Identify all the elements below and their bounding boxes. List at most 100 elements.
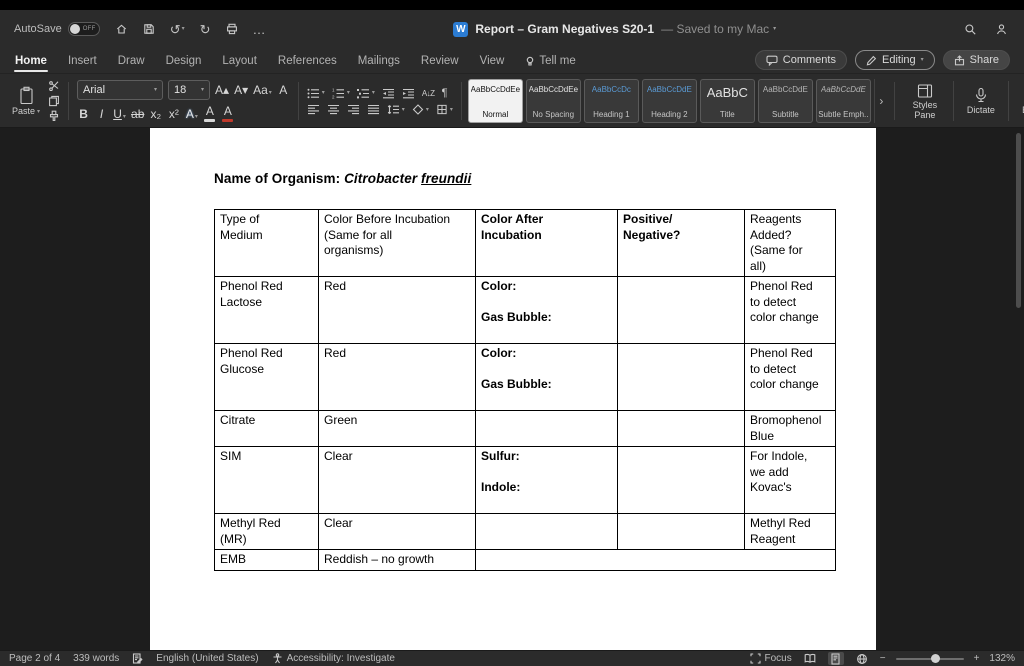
table-cell[interactable]: Phenol Red Glucose (214, 343, 319, 411)
align-left-icon[interactable] (307, 104, 320, 115)
style-heading-2[interactable]: AaBbCcDdE Heading 2 (641, 79, 697, 123)
table-cell[interactable] (617, 276, 745, 344)
more-commands-icon[interactable]: … (253, 23, 266, 36)
style-no-spacing[interactable]: AaBbCcDdEe No Spacing (525, 79, 581, 123)
table-cell[interactable]: Green (318, 410, 476, 447)
borders-icon[interactable]: ▾ (436, 104, 453, 115)
table-cell[interactable] (475, 410, 618, 447)
copy-icon[interactable] (48, 95, 60, 107)
proofing-icon[interactable] (132, 653, 143, 664)
subscript-button[interactable]: x₂ (149, 108, 162, 120)
table-cell[interactable]: SIM (214, 446, 319, 514)
accessibility-status[interactable]: Accessibility: Investigate (272, 653, 395, 664)
share-button[interactable]: Share (942, 50, 1010, 70)
table-cell[interactable] (475, 549, 836, 571)
zoom-level[interactable]: 132% (989, 653, 1015, 664)
vertical-scrollbar[interactable] (1016, 133, 1021, 308)
organism-heading[interactable]: Name of Organism: Citrobacter freundii (214, 171, 812, 186)
table-cell[interactable]: Clear (318, 446, 476, 514)
print-icon[interactable] (226, 23, 238, 35)
document-page[interactable]: Name of Organism: Citrobacter freundii T… (150, 128, 876, 650)
styles-pane-button[interactable]: Styles Pane (903, 80, 947, 123)
shading-icon[interactable]: ▾ (412, 104, 429, 115)
style-subtitle[interactable]: AaBbCcDdE Subtitle (757, 79, 813, 123)
table-cell[interactable]: Citrate (214, 410, 319, 447)
styles-gallery-more-button[interactable]: › (873, 79, 888, 123)
bullets-icon[interactable]: ▾ (307, 88, 325, 99)
style-normal[interactable]: AaBbCcDdEe Normal (467, 79, 523, 123)
tab-references[interactable]: References (277, 52, 338, 73)
table-cell[interactable]: Reagents Added? (Same for all) (744, 209, 836, 277)
zoom-slider[interactable] (895, 654, 964, 663)
table-cell[interactable]: EMB (214, 549, 319, 571)
language-indicator[interactable]: English (United States) (156, 653, 258, 664)
zoom-slider-thumb[interactable] (930, 654, 940, 663)
table-cell[interactable]: Type of Medium (214, 209, 319, 277)
saved-status[interactable]: — Saved to my Mac ▾ (661, 22, 776, 36)
read-mode-icon[interactable] (802, 652, 818, 665)
table-cell[interactable]: Methyl Red Reagent (744, 513, 836, 550)
zoom-in-button[interactable]: + (974, 653, 980, 664)
strikethrough-button[interactable]: ab (131, 108, 144, 120)
tab-draw[interactable]: Draw (117, 52, 146, 73)
table-cell[interactable]: Color Before Incubation (Same for all orga… (318, 209, 476, 277)
table-cell[interactable]: Bromophenol Blue (744, 410, 836, 447)
superscript-button[interactable]: x² (167, 108, 180, 120)
table-cell[interactable]: Phenol Red Lactose (214, 276, 319, 344)
table-cell[interactable]: Phenol Red to detect color change (744, 343, 836, 411)
table-cell[interactable] (475, 513, 618, 550)
sort-icon[interactable]: A↓Z (422, 89, 435, 98)
align-center-icon[interactable] (327, 104, 340, 115)
align-right-icon[interactable] (347, 104, 360, 115)
increase-indent-icon[interactable] (402, 88, 415, 99)
organism-table[interactable]: Type of Medium Color Before Incubation (Sam… (214, 209, 836, 571)
table-cell[interactable] (617, 343, 745, 411)
comments-button[interactable]: Comments (754, 50, 847, 70)
table-cell[interactable] (617, 513, 745, 550)
table-cell[interactable] (617, 410, 745, 447)
table-cell[interactable]: Positive/Negative? (617, 209, 745, 277)
highlight-color-button[interactable]: A (203, 105, 216, 122)
style-subtle-emphasis[interactable]: AaBbCcDdE Subtle Emph.. (815, 79, 871, 123)
table-cell[interactable]: Red (318, 276, 476, 344)
format-painter-icon[interactable] (48, 110, 60, 122)
bold-button[interactable]: B (77, 108, 90, 120)
editing-mode-button[interactable]: Editing ▾ (854, 50, 935, 70)
editor-button[interactable]: Editor (1015, 85, 1024, 118)
paste-button[interactable]: Paste ▾ (9, 83, 43, 119)
table-cell[interactable]: Clear (318, 513, 476, 550)
table-cell[interactable]: Methyl Red (MR) (214, 513, 319, 550)
home-icon[interactable] (115, 23, 128, 35)
redo-icon[interactable]: ↻ (200, 23, 211, 36)
clear-formatting-button[interactable]: A (277, 84, 290, 96)
font-color-button[interactable]: A (221, 105, 234, 122)
tab-insert[interactable]: Insert (67, 52, 98, 73)
table-cell[interactable]: Color After Incubation (475, 209, 618, 277)
table-cell[interactable]: Reddish – no growth (318, 549, 476, 571)
tab-design[interactable]: Design (165, 52, 203, 73)
underline-button[interactable]: U ▾ (113, 108, 126, 120)
focus-button[interactable]: Focus (749, 653, 792, 664)
tab-review[interactable]: Review (420, 52, 460, 73)
font-size-combobox[interactable]: 18 ▾ (168, 80, 211, 100)
tab-home[interactable]: Home (14, 52, 48, 73)
word-count[interactable]: 339 words (73, 653, 119, 664)
web-layout-icon[interactable] (854, 652, 870, 665)
table-cell[interactable]: Sulfur: Indole: (475, 446, 618, 514)
undo-icon[interactable]: ↺ ▾ (170, 23, 185, 36)
justify-icon[interactable] (367, 104, 380, 115)
autosave-toggle[interactable]: AutoSave OFF (14, 22, 100, 36)
page-indicator[interactable]: Page 2 of 4 (9, 653, 60, 664)
line-spacing-icon[interactable]: ▾ (387, 104, 405, 115)
decrease-indent-icon[interactable] (382, 88, 395, 99)
numbering-icon[interactable]: 12 ▾ (332, 88, 350, 99)
multilevel-list-icon[interactable]: ▾ (356, 88, 375, 99)
font-family-combobox[interactable]: Arial ▾ (77, 80, 164, 100)
italic-button[interactable]: I (95, 108, 108, 120)
style-heading-1[interactable]: AaBbCcDc Heading 1 (583, 79, 639, 123)
cut-icon[interactable] (48, 80, 60, 92)
style-title[interactable]: AaBbC Title (699, 79, 755, 123)
text-effects-button[interactable]: A ▾ (185, 108, 198, 120)
grow-font-button[interactable]: A▴ (215, 84, 229, 96)
presence-share-icon[interactable] (995, 23, 1008, 36)
